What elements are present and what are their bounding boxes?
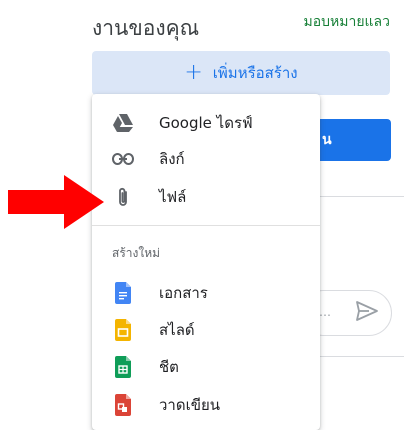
menu-divider [92,225,320,226]
menu-item-label: เอกสาร [159,284,208,302]
add-or-create-label: เพิ่มหรือสร้าง [212,64,298,82]
paperclip-icon [112,186,134,208]
plus-icon: + [184,60,203,85]
menu-item-slides[interactable]: สไลด์ [92,311,320,349]
submit-button-label: น [322,132,332,148]
create-new-section-label: สร้างใหม่ [112,246,161,260]
divider [320,356,404,357]
google-slides-icon [112,319,134,341]
comment-placeholder-fragment: … [319,305,331,319]
assigned-link[interactable]: มอบหมายแลว [303,11,390,33]
google-drawings-icon [112,394,134,416]
send-icon[interactable] [355,300,379,326]
divider [320,196,404,197]
menu-item-label: ชีต [159,358,179,376]
menu-item-label: ไฟล์ [159,188,187,206]
menu-item-label: สไลด์ [159,321,195,339]
menu-item-link[interactable]: ลิงก์ [92,140,320,178]
google-docs-icon [112,282,134,304]
menu-item-label: Google ไดรฟ์ [159,114,253,132]
menu-item-label: วาดเขียน [159,396,221,414]
add-or-create-button[interactable]: + เพิ่มหรือสร้าง [92,51,390,95]
menu-item-file[interactable]: ไฟล์ [92,178,320,216]
menu-item-google-drive[interactable]: Google ไดรฟ์ [92,104,320,142]
menu-item-docs[interactable]: เอกสาร [92,274,320,312]
red-arrow-icon [8,175,104,229]
menu-item-sheets[interactable]: ชีต [92,348,320,386]
menu-item-label: ลิงก์ [159,150,185,168]
menu-item-drawings[interactable]: วาดเขียน [92,386,320,424]
add-or-create-menu: Google ไดรฟ์ ลิงก์ ไฟล์ สร้างใหม่ เอกสาร… [92,94,320,430]
page-title: งานของคุณ [92,16,200,40]
google-drive-icon [112,112,134,134]
link-icon [112,148,134,170]
google-sheets-icon [112,356,134,378]
